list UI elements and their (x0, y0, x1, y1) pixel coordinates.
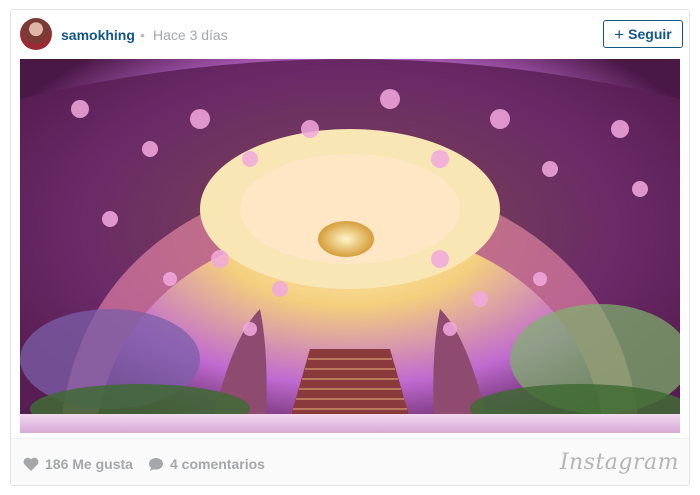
plus-icon: + (614, 24, 625, 44)
separator-dot: • (140, 27, 145, 43)
comment-icon (149, 457, 163, 471)
follow-button[interactable]: + Seguir (603, 20, 683, 48)
instagram-logo[interactable]: Instagram (560, 450, 679, 475)
avatar[interactable] (20, 18, 52, 50)
comments-label: 4 comentarios (170, 456, 265, 472)
post-photo[interactable] (20, 59, 680, 433)
username-link[interactable]: samokhing (61, 27, 135, 43)
heart-icon (23, 457, 39, 471)
likes-label: 186 Me gusta (45, 456, 133, 472)
comments-count[interactable]: 4 comentarios (148, 456, 265, 472)
post-header: samokhing • Hace 3 días + Seguir (11, 10, 689, 60)
likes-count[interactable]: 186 Me gusta (23, 456, 133, 472)
post-footer: 186 Me gusta 4 comentarios Instagram (11, 438, 689, 485)
wedding-stage-image (20, 59, 680, 433)
post-timestamp[interactable]: Hace 3 días (153, 27, 228, 43)
follow-label: Seguir (628, 26, 672, 42)
embed-card: samokhing • Hace 3 días + Seguir 186 Me … (10, 9, 690, 486)
